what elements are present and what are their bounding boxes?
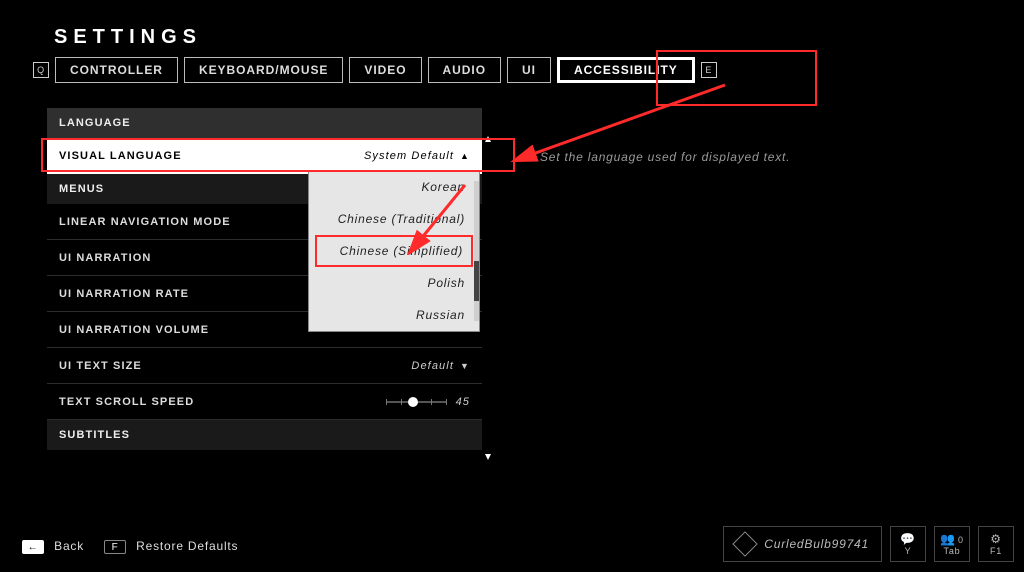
tab-keyboard[interactable]: KEYBOARD/MOUSE <box>184 57 343 83</box>
annotation-arrow <box>455 75 735 255</box>
page-title: SETTINGS <box>54 26 202 49</box>
footer-right: CurledBulb99741 💬 Y 👥0 Tab ⚙ F1 <box>723 526 1014 562</box>
row-value: Default▼ <box>411 360 470 372</box>
tab-next-key[interactable]: E <box>701 62 717 78</box>
group-language: LANGUAGE <box>47 108 482 138</box>
chat-icon: 💬 <box>900 533 916 545</box>
row-label: UI TEXT SIZE <box>59 360 142 372</box>
row-visual-language[interactable]: VISUAL LANGUAGE System Default▲ <box>47 138 482 174</box>
slider-knob[interactable] <box>408 397 418 407</box>
tab-ui[interactable]: UI <box>507 57 551 83</box>
slider-value: 45 <box>456 396 470 408</box>
back-button[interactable]: ← Back <box>22 539 84 555</box>
chat-button[interactable]: 💬 Y <box>890 526 926 562</box>
tab-controller[interactable]: CONTROLLER <box>55 57 178 83</box>
people-icon: 👥0 <box>940 533 964 545</box>
scroll-up-icon[interactable] <box>485 136 491 142</box>
restore-defaults-button[interactable]: F Restore Defaults <box>104 539 238 555</box>
chevron-up-icon: ▲ <box>460 151 470 161</box>
row-label: UI NARRATION RATE <box>59 288 189 300</box>
username: CurledBulb99741 <box>764 537 869 551</box>
dropdown-option[interactable]: Russian <box>309 299 479 331</box>
tab-prev-key[interactable]: Q <box>33 62 49 78</box>
tab-audio[interactable]: AUDIO <box>428 57 501 83</box>
footer-left: ← Back F Restore Defaults <box>22 539 238 555</box>
tab-video[interactable]: VIDEO <box>349 57 421 83</box>
user-badge[interactable]: CurledBulb99741 <box>723 526 882 562</box>
back-key-icon: ← <box>22 540 44 554</box>
row-label: VISUAL LANGUAGE <box>59 150 182 162</box>
row-ui-text-size[interactable]: UI TEXT SIZE Default▼ <box>47 348 482 384</box>
options-button[interactable]: ⚙ F1 <box>978 526 1014 562</box>
row-label: LINEAR NAVIGATION MODE <box>59 216 231 228</box>
emblem-icon <box>733 531 758 556</box>
row-label: TEXT SCROLL SPEED <box>59 396 194 408</box>
row-label: UI NARRATION VOLUME <box>59 324 209 336</box>
restore-key-icon: F <box>104 540 126 554</box>
dropdown-option[interactable]: Polish <box>309 267 479 299</box>
dropdown-option[interactable]: Korean <box>309 171 479 203</box>
dropdown-option[interactable]: Chinese (Traditional) <box>309 203 479 235</box>
group-subtitles: SUBTITLES <box>47 420 482 450</box>
setting-description: Set the language used for displayed text… <box>540 150 790 164</box>
dropdown-scrollbar-thumb[interactable] <box>474 261 479 301</box>
row-text-scroll-speed[interactable]: TEXT SCROLL SPEED 45 <box>47 384 482 420</box>
gear-icon: ⚙ <box>990 533 1002 545</box>
slider[interactable]: 45 <box>386 396 470 408</box>
row-value: System Default▲ <box>364 150 470 162</box>
tab-accessibility[interactable]: ACCESSIBILITY <box>557 57 695 83</box>
scroll-down-icon[interactable] <box>485 454 491 460</box>
row-label: UI NARRATION <box>59 252 151 264</box>
tab-bar: Q CONTROLLER KEYBOARD/MOUSE VIDEO AUDIO … <box>33 56 717 84</box>
chevron-down-icon: ▼ <box>460 361 470 371</box>
social-button[interactable]: 👥0 Tab <box>934 526 970 562</box>
visual-language-dropdown[interactable]: Korean Chinese (Traditional) Chinese (Si… <box>308 170 480 332</box>
dropdown-option-highlighted[interactable]: Chinese (Simplified) <box>315 235 473 267</box>
